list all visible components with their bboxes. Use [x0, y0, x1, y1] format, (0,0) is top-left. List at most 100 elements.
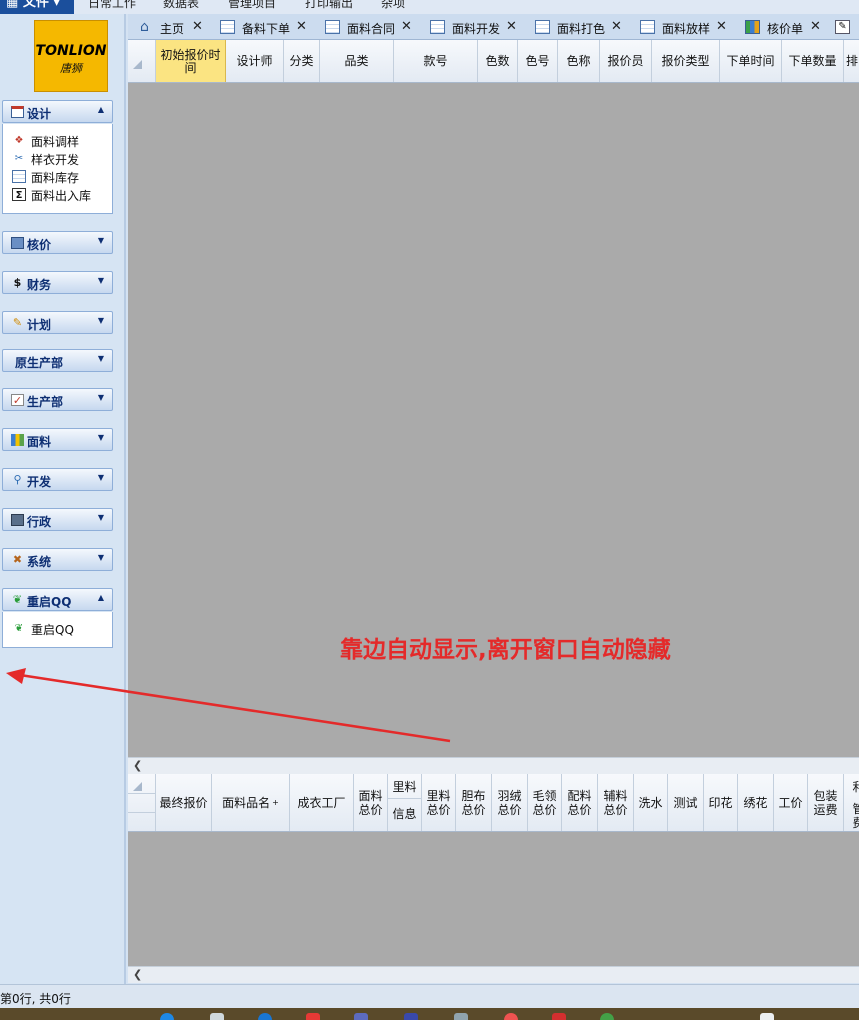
chevron-down-icon[interactable]: ▼: [98, 354, 104, 363]
sidebar-section-development[interactable]: ⚲ 开发 ▼: [2, 468, 113, 491]
chevron-down-icon[interactable]: ▼: [98, 513, 104, 522]
col-down-total[interactable]: 羽绒总价: [492, 774, 528, 831]
chevron-down-icon[interactable]: ▼: [98, 393, 104, 402]
ie-icon[interactable]: [258, 1013, 272, 1020]
close-icon[interactable]: ✕: [810, 19, 821, 34]
edit-doc-icon: ✎: [835, 20, 850, 34]
sidebar-section-finance[interactable]: $ 财务 ▼: [2, 271, 113, 294]
close-icon[interactable]: ✕: [192, 19, 203, 34]
col-garment-factory[interactable]: 成衣工厂: [290, 774, 354, 831]
tab-label: 面料开发: [452, 22, 501, 36]
col-printing[interactable]: 印花: [704, 774, 738, 831]
chevron-down-icon[interactable]: ▼: [98, 433, 104, 442]
app-red-icon[interactable]: [306, 1013, 320, 1020]
tab-fabric-contract[interactable]: 面料合同 ✕: [325, 17, 430, 39]
sidebar-section-plan[interactable]: ✎ 计划 ▼: [2, 311, 113, 334]
chevron-up-icon[interactable]: ▲: [98, 593, 104, 602]
col-designer[interactable]: 设计师: [226, 40, 284, 82]
tab-fabric-development[interactable]: 面料开发 ✕: [430, 17, 535, 39]
col-ingredients-total[interactable]: 配料总价: [562, 774, 598, 831]
col-quote-type[interactable]: 报价类型: [652, 40, 720, 82]
tab-home[interactable]: ⌂ 主页 ✕: [140, 17, 220, 39]
sidebar-section-restart-qq[interactable]: ❦ 重启QQ ▲: [2, 588, 113, 611]
menu-item-data-table[interactable]: 数据表: [163, 0, 199, 11]
bottom-grid-body[interactable]: [128, 832, 859, 966]
col-color-count[interactable]: 色数: [478, 40, 518, 82]
close-icon[interactable]: ✕: [296, 19, 307, 34]
pin-icon[interactable]: [210, 1013, 224, 1020]
bottom-grid-hscrollbar[interactable]: ❮: [128, 966, 859, 983]
col-gallbladder-cloth-total[interactable]: 胆布总价: [456, 774, 492, 831]
chevron-down-icon[interactable]: ▼: [98, 276, 104, 285]
col-order-quantity[interactable]: 下单数量: [782, 40, 844, 82]
sidebar-section-original-production[interactable]: 原生产部 ▼: [2, 349, 113, 372]
col-initial-quote-time[interactable]: 初始报价时间: [156, 40, 226, 82]
col-color-code[interactable]: 色号: [518, 40, 558, 82]
sidebar-section-design[interactable]: 设计 ▲: [2, 100, 113, 123]
chevron-down-icon[interactable]: ▼: [98, 553, 104, 562]
grid-corner[interactable]: [128, 40, 156, 82]
file-menu[interactable]: ▦ 文件 ▾: [0, 0, 74, 14]
col-embroidery[interactable]: 绣花: [738, 774, 774, 831]
tab-fabric-lofting[interactable]: 面料放样 ✕: [640, 17, 745, 39]
app-gray-icon[interactable]: [454, 1013, 468, 1020]
sidebar-section-admin[interactable]: 行政 ▼: [2, 508, 113, 531]
app-red2-icon[interactable]: [552, 1013, 566, 1020]
col-packaging-freight[interactable]: 包装运费: [808, 774, 844, 831]
chevron-down-icon[interactable]: ▼: [98, 316, 104, 325]
tab-overflow[interactable]: ✎: [835, 17, 859, 39]
app-folder-icon[interactable]: [404, 1013, 418, 1020]
checklist-icon: ✓: [11, 394, 24, 407]
browser-icon[interactable]: [160, 1013, 174, 1020]
app-circle-icon[interactable]: [504, 1013, 518, 1020]
col-fur-collar-total[interactable]: 毛领总价: [528, 774, 562, 831]
chevron-down-icon[interactable]: ▼: [98, 473, 104, 482]
col-order-time[interactable]: 下单时间: [720, 40, 782, 82]
col-overflow[interactable]: 排: [844, 40, 859, 82]
col-testing[interactable]: 测试: [668, 774, 704, 831]
row-count-status: 第0行, 共0行: [0, 992, 71, 1006]
scroll-left-icon[interactable]: ❮: [133, 759, 142, 772]
sidebar-section-production[interactable]: ✓ 生产部 ▼: [2, 388, 113, 411]
tab-pricing-sheet[interactable]: 核价单 ✕: [745, 17, 835, 39]
col-accessories-total[interactable]: 辅料总价: [598, 774, 634, 831]
col-overflow-group[interactable]: 利 管 费: [844, 774, 859, 831]
col-washing[interactable]: 洗水: [634, 774, 668, 831]
close-icon[interactable]: ✕: [506, 19, 517, 34]
app-green-icon[interactable]: [600, 1013, 614, 1020]
menu-item-misc[interactable]: 杂项: [381, 0, 405, 11]
sidebar-section-system[interactable]: ✖ 系统 ▼: [2, 548, 113, 571]
scroll-left-icon[interactable]: ❮: [133, 968, 142, 981]
tab-fabric-color[interactable]: 面料打色 ✕: [535, 17, 640, 39]
col-lining-group[interactable]: 里料 信息: [388, 774, 422, 831]
menu-item-manage-project[interactable]: 管理项目: [228, 0, 276, 11]
chevron-down-icon[interactable]: ▼: [98, 236, 104, 245]
table-icon: [12, 170, 26, 183]
app-doc-icon[interactable]: [354, 1013, 368, 1020]
col-fabric-total[interactable]: 面料总价: [354, 774, 388, 831]
chevron-up-icon[interactable]: ▲: [98, 105, 104, 114]
grid-corner[interactable]: [128, 774, 156, 831]
menu-item-print-output[interactable]: 打印输出: [305, 0, 353, 11]
col-quoter[interactable]: 报价员: [600, 40, 652, 82]
tools-icon: ✖: [12, 553, 23, 566]
top-grid-hscrollbar[interactable]: ❮: [128, 757, 859, 774]
tray-icon[interactable]: [760, 1013, 774, 1020]
hanger-icon: ✂: [14, 153, 24, 164]
sidebar-section-pricing[interactable]: 核价 ▼: [2, 231, 113, 254]
col-product-type[interactable]: 品类: [320, 40, 394, 82]
col-labor[interactable]: 工价: [774, 774, 808, 831]
sidebar-section-fabric[interactable]: 面料 ▼: [2, 428, 113, 451]
close-icon[interactable]: ✕: [401, 19, 412, 34]
close-icon[interactable]: ✕: [611, 19, 622, 34]
col-lining-total[interactable]: 里料总价: [422, 774, 456, 831]
col-category[interactable]: 分类: [284, 40, 320, 82]
tab-material-order[interactable]: 备料下单 ✕: [220, 17, 325, 39]
menu-item-daily-work[interactable]: 日常工作: [88, 0, 136, 11]
col-final-quote[interactable]: 最终报价: [156, 774, 212, 831]
sidebar-item-label: 样衣开发: [31, 153, 80, 167]
close-icon[interactable]: ✕: [716, 19, 727, 34]
col-fabric-name[interactable]: 面料品名 +: [212, 774, 290, 831]
col-style-number[interactable]: 款号: [394, 40, 478, 82]
col-color-name[interactable]: 色称: [558, 40, 600, 82]
